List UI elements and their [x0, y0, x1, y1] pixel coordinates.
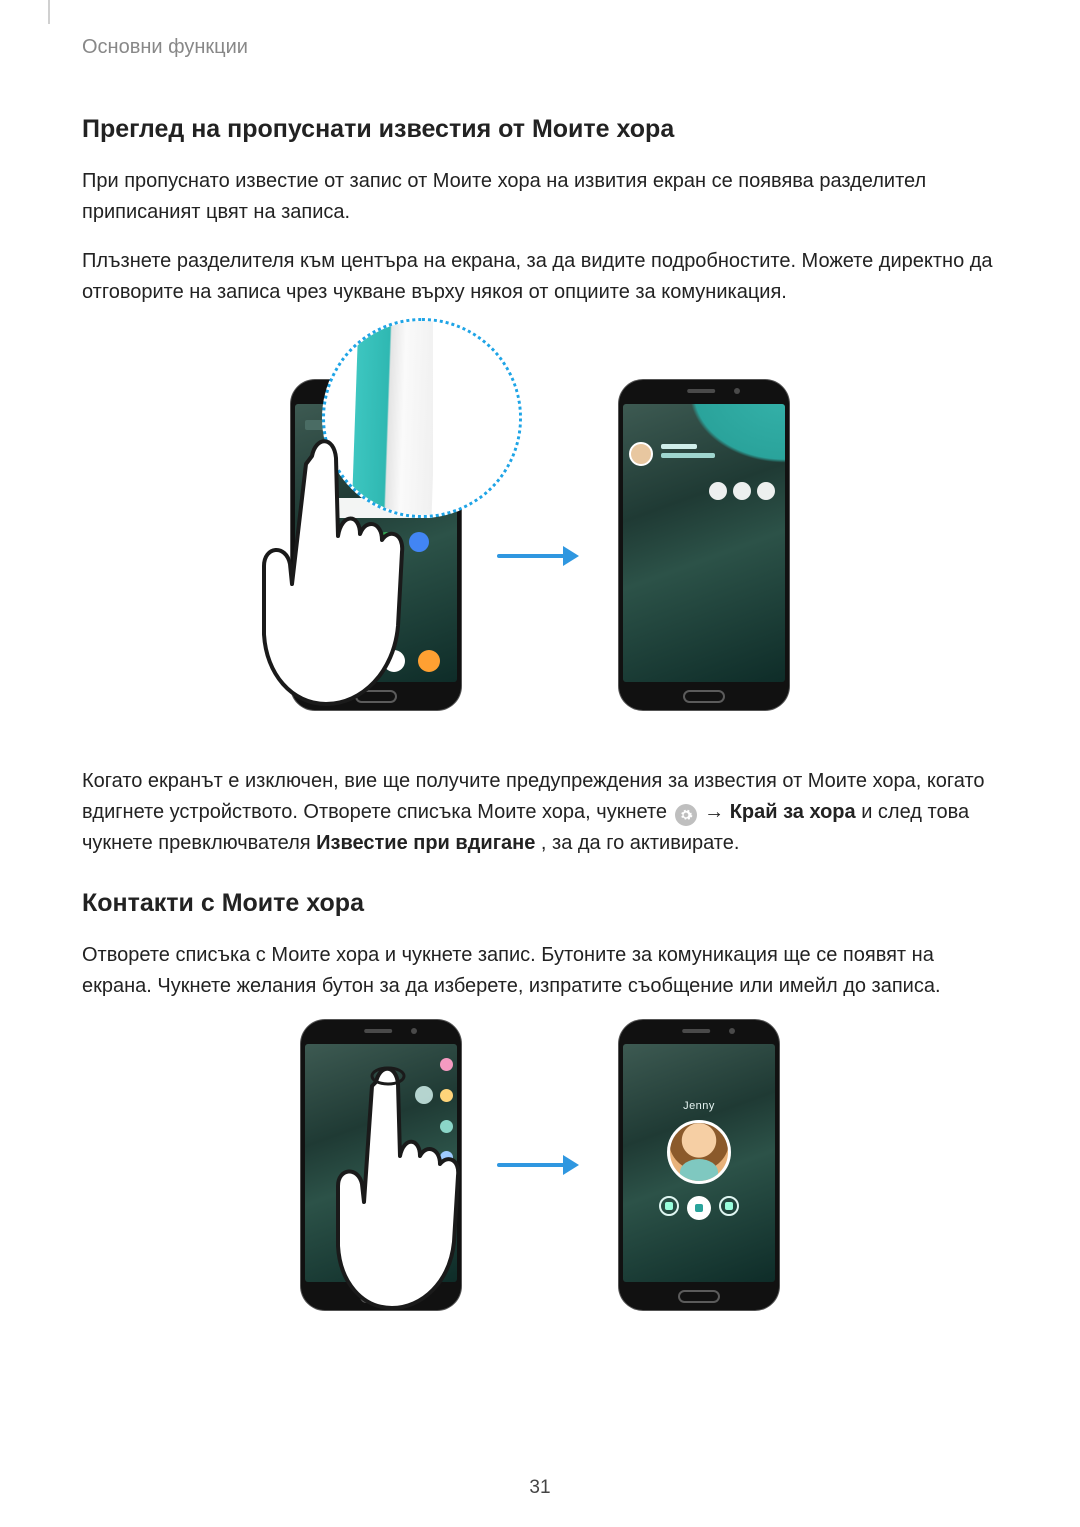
p3-arrow-glyph: → — [704, 801, 730, 823]
phone-left-2 — [301, 1020, 461, 1310]
section1-title: Преглед на пропуснати известия от Моите … — [82, 115, 998, 144]
section2-paragraph-1: Отворете списъка с Моите хора и чукнете … — [82, 940, 998, 1002]
edge-action-icons — [709, 482, 775, 500]
section1-paragraph-3: Когато екранът е изключен, вие ще получи… — [82, 766, 998, 859]
call-icon — [659, 1196, 679, 1216]
contact-avatar-large-icon — [667, 1120, 731, 1184]
page-margin-mark — [48, 0, 50, 24]
p3-part-c: , за да го активирате. — [541, 832, 740, 854]
contact-avatar-icon — [629, 442, 653, 466]
page-content: Основни функции Преглед на пропуснати из… — [0, 0, 1080, 1390]
page-number: 31 — [0, 1477, 1080, 1499]
email-icon — [719, 1196, 739, 1216]
gear-small-icon — [415, 1086, 433, 1104]
illustration-row-1 — [82, 326, 998, 726]
contact-name: Jenny — [623, 1100, 775, 1112]
breadcrumb: Основни функции — [82, 36, 998, 59]
phone-left-2-screen — [305, 1044, 457, 1282]
illustration-row-2: Jenny — [82, 1020, 998, 1310]
contact-panel: Jenny — [623, 1100, 775, 1220]
zoom-callout — [322, 318, 522, 518]
message-icon — [687, 1196, 711, 1220]
phone-right-2-screen: Jenny — [623, 1044, 775, 1282]
section1-paragraph-2: Плъзнете разделителя към центъра на екра… — [82, 246, 998, 308]
section2-title: Контакти с Моите хора — [82, 889, 998, 918]
phone-right-1-screen — [623, 404, 785, 682]
edge-notification — [629, 442, 779, 466]
p3-bold-2: Известие при вдигане — [316, 832, 535, 854]
phone-right-2: Jenny — [619, 1020, 779, 1310]
arrow-right-icon — [497, 542, 583, 570]
gear-icon — [675, 804, 697, 826]
p3-bold-1: Край за хора — [730, 801, 856, 823]
phone-right-1 — [619, 380, 789, 710]
section1-paragraph-1: При пропуснато известие от запис от Моит… — [82, 166, 998, 228]
arrow-right-icon — [497, 1151, 583, 1179]
